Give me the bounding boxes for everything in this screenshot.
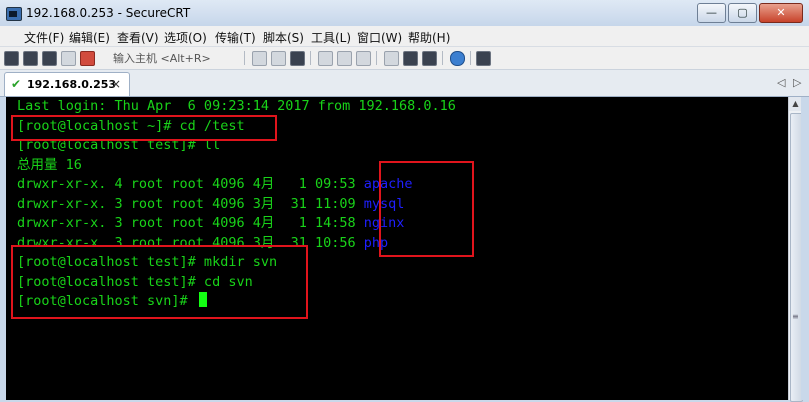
connected-check-icon: ✔ [11,77,22,91]
session-tab-label: 192.168.0.253 [27,78,117,91]
find-icon[interactable] [290,51,305,66]
highlight-mkdir-svn-box [11,245,308,319]
terminal-line: Last login: Thu Apr 6 09:23:14 2017 from… [17,98,456,114]
terminal-line: drwxr-xr-x. 3 root root 4096 4月 1 14:58 … [17,214,404,234]
menu-tools[interactable]: 工具(L) [311,29,351,46]
terminal-output[interactable]: Last login: Thu Apr 6 09:23:14 2017 from… [6,97,788,400]
toolbar-separator [470,51,471,65]
toolbar-separator [442,51,443,65]
print-setup-icon[interactable] [337,51,352,66]
terminal-scrollbar[interactable]: ▲ ≡ [788,97,803,402]
tab-scroll-right-icon[interactable]: ▷ [793,76,801,89]
menu-edit[interactable]: 编辑(E) [69,29,110,46]
scrollbar-grip-icon: ≡ [792,312,799,321]
quick-connect-input[interactable]: 输入主机 <Alt+R> [113,50,243,65]
terminal-line: drwxr-xr-x. 4 root root 4096 4月 1 09:53 … [17,175,413,195]
minimize-button[interactable]: — [697,3,726,23]
window-title: 192.168.0.253 - SecureCRT [26,6,191,20]
sftp-icon[interactable] [476,51,491,66]
menu-options[interactable]: 选项(O) [164,29,207,46]
quick-connect-icon[interactable] [23,51,38,66]
session-tab[interactable]: ✔ 192.168.0.253 × [4,72,130,96]
disconnect-icon[interactable] [80,51,95,66]
title-bar: 192.168.0.253 - SecureCRT — ▢ ✕ [0,0,809,26]
copy-icon[interactable] [252,51,267,66]
menu-window[interactable]: 窗口(W) [357,29,402,46]
keymap-icon[interactable] [422,51,437,66]
window-frame-edge [801,97,809,400]
terminal-line: drwxr-xr-x. 3 root root 4096 3月 31 11:09… [17,195,404,215]
session-tab-strip: ✔ 192.168.0.253 × ◁ ▷ [0,70,809,97]
connect-tab-icon[interactable] [42,51,57,66]
close-tab-icon[interactable]: × [111,77,121,91]
connect-icon[interactable] [4,51,19,66]
menu-help[interactable]: 帮助(H) [408,29,450,46]
highlight-dir-names-box [379,161,474,257]
menu-file[interactable]: 文件(F) [24,29,64,46]
help-icon[interactable] [450,51,465,66]
window-controls: — ▢ ✕ [697,3,803,23]
toolbar-separator [376,51,377,65]
dir-listing-prefix: drwxr-xr-x. 3 root root 4096 3月 31 11:09 [17,195,364,212]
print-icon[interactable] [318,51,333,66]
menu-script[interactable]: 脚本(S) [263,29,304,46]
dir-listing-prefix: drwxr-xr-x. 3 root root 4096 4月 1 14:58 [17,215,364,231]
options-icon[interactable] [384,51,399,66]
maximize-button[interactable]: ▢ [728,3,757,23]
close-window-button[interactable]: ✕ [759,3,803,23]
log-icon[interactable] [356,51,371,66]
dir-listing-prefix: drwxr-xr-x. 4 root root 4096 4月 1 09:53 [17,176,364,192]
settings-icon[interactable] [403,51,418,66]
menu-transfer[interactable]: 传输(T) [215,29,256,46]
paste-icon[interactable] [271,51,286,66]
reconnect-icon[interactable] [61,51,76,66]
tab-scroll-left-icon[interactable]: ◁ [777,76,785,89]
toolbar-separator [310,51,311,65]
securecrt-app-icon [6,7,22,21]
menu-bar: 文件(F) 编辑(E) 查看(V) 选项(O) 传输(T) 脚本(S) 工具(L… [0,26,809,47]
toolbar-separator [244,51,245,65]
menu-view[interactable]: 查看(V) [117,29,159,46]
highlight-cd-test-box [11,115,277,141]
terminal-line: 总用量 16 [17,156,82,173]
